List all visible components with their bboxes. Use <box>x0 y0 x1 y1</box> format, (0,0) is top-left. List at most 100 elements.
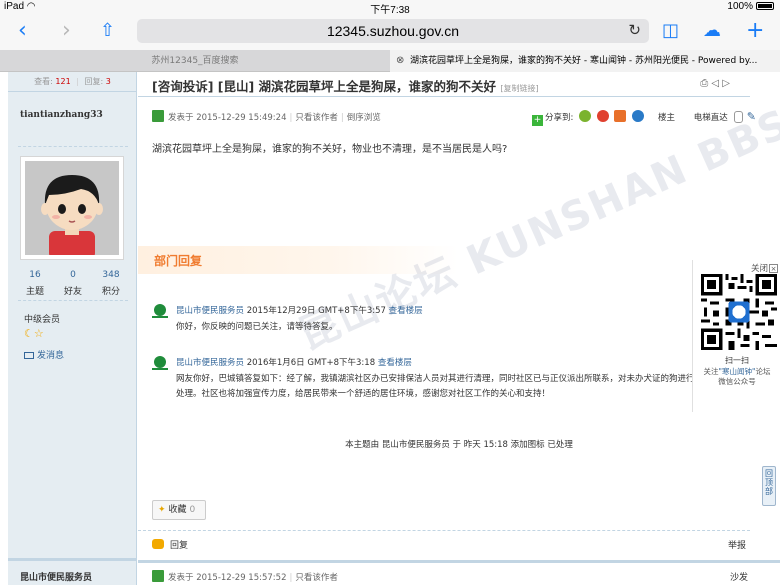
dept-reply-title: 部门回复 <box>154 254 203 268</box>
thumb-icon: ✦ <box>158 505 166 515</box>
qr-panel: 关闭 × 扫一扫 关注"寒山闻钟"论坛 微信公众号 <box>692 260 780 412</box>
forward-icon[interactable]: › <box>62 18 71 44</box>
divider <box>8 558 137 561</box>
divider <box>18 146 128 147</box>
send-message-label: 发消息 <box>37 351 65 361</box>
share-plus-icon[interactable]: + <box>532 115 543 126</box>
stat-label: 积分 <box>101 287 120 297</box>
only-author-link[interactable]: 只看该作者 <box>295 113 338 123</box>
tab-bar: 苏州12345_百度搜索 ⊗ 湖滨花园草坪上全是狗屎，谁家的狗不关好 - 寒山闻… <box>0 50 780 72</box>
author-sidebar: 查看: 121 | 回复: 3 tiantianzhang33 16 主题 0 … <box>8 72 137 585</box>
reply-body: 网友你好，巴城镇答复如下：经了解，我镇湖滨社区办已安排保洁人员对其进行清理，同时… <box>176 372 704 402</box>
divider <box>138 530 750 531</box>
service-logo-icon <box>152 304 168 322</box>
reply-time: 2015年12月29日 GMT+8下午3:57 <box>246 306 386 316</box>
follow-prefix: 关注 <box>703 367 719 376</box>
qr-close-label: 关闭 <box>750 264 768 274</box>
next-post-author[interactable]: 昆山市便民服务员 <box>20 570 92 583</box>
url-text: 12345.suzhou.gov.cn <box>326 23 460 39</box>
follow-name: "寒山闻钟" <box>718 367 756 376</box>
service-logo-icon <box>152 356 168 374</box>
print-icon[interactable]: ⎙ <box>700 78 708 89</box>
status-bar: iPad ◠ 下午7:38 100% <box>0 0 780 16</box>
browser-toolbar: ‹ › ⇧ 12345.suzhou.gov.cn ↻ ◫ ☁ + <box>0 14 780 50</box>
tab-label: 湖滨花园草坪上全是狗屎，谁家的狗不关好 - 寒山闻钟 - 苏州阳光便民 - Po… <box>410 56 758 66</box>
reverse-order-link[interactable]: 倒序浏览 <box>347 113 381 123</box>
tab-active-thread[interactable]: ⊗ 湖滨花园草坪上全是狗屎，谁家的狗不关好 - 寒山闻钟 - 苏州阳光便民 - … <box>390 50 780 72</box>
reload-icon[interactable]: ↻ <box>628 19 641 43</box>
favorite-label: 收藏 <box>168 505 187 515</box>
stat-label: 好友 <box>63 287 82 297</box>
tab-baidu-search[interactable]: 苏州12345_百度搜索 <box>0 50 390 72</box>
reply-time: 2016年1月6日 GMT+8下午3:18 <box>246 358 376 368</box>
rank-icons: ☾☆ <box>24 327 44 340</box>
avatar-illustration <box>25 161 119 255</box>
cloud-tabs-icon[interactable]: ☁ <box>703 18 721 44</box>
share-icon[interactable]: ⇧ <box>100 18 115 44</box>
stat-points[interactable]: 348 积分 <box>92 270 130 297</box>
divider <box>138 96 750 97</box>
author-username[interactable]: tiantianzhang33 <box>20 110 103 120</box>
close-tab-icon[interactable]: ⊗ <box>396 50 404 72</box>
online-status-icon <box>152 110 164 122</box>
report-link[interactable]: 举报 <box>728 538 746 551</box>
qr-scan-label: 扫一扫 <box>725 356 749 365</box>
share-bar: + 分享到: <box>532 110 645 126</box>
battery-icon <box>756 2 774 10</box>
qr-close-button[interactable]: 关闭 × <box>751 262 778 274</box>
new-tab-icon[interactable]: + <box>746 18 764 44</box>
copy-link[interactable]: [复制链接] <box>500 84 538 93</box>
reply-body: 你好，你反映的问题已关注，请等待答复。 <box>176 320 338 335</box>
share-qzone-icon[interactable] <box>579 110 592 122</box>
follow-suffix: 论坛 <box>755 367 771 376</box>
favorite-button[interactable]: ✦ 收藏 0 <box>152 500 206 520</box>
reply-line: 你好，你反映的问题已关注，请等待答复。 <box>176 322 338 332</box>
send-message-link[interactable]: 发消息 <box>24 348 64 361</box>
reply-bubble-icon <box>152 539 164 549</box>
member-level[interactable]: 中级会员 <box>24 312 60 325</box>
qr-follow-caption: 关注"寒山闻钟"论坛 微信公众号 <box>693 367 780 387</box>
views-label: 查看: <box>34 77 53 86</box>
online-status-icon <box>152 570 164 582</box>
reply-author[interactable]: 昆山市便民服务员 <box>176 306 244 316</box>
share-renren-icon[interactable] <box>614 110 627 122</box>
wechat-label: 微信公众号 <box>718 377 756 386</box>
share-label: 分享到: <box>545 113 574 123</box>
views-count: 121 <box>55 77 71 86</box>
back-icon[interactable]: ‹ <box>18 18 27 44</box>
battery-indicator: 100% <box>727 1 774 12</box>
favorite-count: 0 <box>189 505 196 515</box>
stat-label: 主题 <box>25 287 44 297</box>
stat-friends[interactable]: 0 好友 <box>54 270 92 297</box>
reply-button[interactable]: 回复 <box>152 538 188 551</box>
replies-count: 3 <box>105 77 111 86</box>
close-icon: × <box>769 264 778 273</box>
back-to-top-button[interactable]: 回顶部 <box>762 466 776 506</box>
moon-icon: ☾ <box>24 327 34 340</box>
reply-author[interactable]: 昆山市便民服务员 <box>176 358 244 368</box>
replies-label: 回复: <box>84 77 104 86</box>
view-floor-link[interactable]: 查看楼层 <box>378 358 412 368</box>
thread-title-text: [咨询投诉] [昆山] 湖滨花园草坪上全是狗屎，谁家的狗不关好 <box>152 79 497 94</box>
next-thread-icon[interactable]: ▷ <box>722 78 730 89</box>
thread-title: [咨询投诉] [昆山] 湖滨花园草坪上全是狗屎，谁家的狗不关好 [复制链接] <box>152 76 539 95</box>
share-qq-icon[interactable] <box>632 110 645 122</box>
stat-value: 348 <box>102 270 120 280</box>
bookmarks-icon[interactable]: ◫ <box>662 18 679 44</box>
prev-thread-icon[interactable]: ◁ <box>711 78 719 89</box>
share-weibo-icon[interactable] <box>596 110 609 122</box>
view-floor-link[interactable]: 查看楼层 <box>389 306 423 316</box>
reply-label: 回复 <box>170 541 189 551</box>
only-author-link[interactable]: 只看该作者 <box>295 573 338 583</box>
qr-code <box>701 274 777 350</box>
reply-header: 昆山市便民服务员 2016年1月6日 GMT+8下午3:18 查看楼层 <box>176 356 412 368</box>
post-meta: 发表于 2015-12-29 15:49:24 | 只看该作者 | 倒序浏览 <box>152 110 381 123</box>
stat-topics[interactable]: 16 主题 <box>16 270 54 297</box>
reply-line: 网友你好，巴城镇答复如下：经了解，我镇湖滨社区办已安排保洁人员对其进行清理，同时… <box>176 374 695 384</box>
floor-label-sofa: 沙发 <box>730 573 749 583</box>
post-main: [咨询投诉] [昆山] 湖滨花园草坪上全是狗屎，谁家的狗不关好 [复制链接] ⎙… <box>138 72 780 585</box>
post-time: 发表于 2015-12-29 15:57:52 <box>168 573 287 583</box>
address-bar[interactable]: 12345.suzhou.gov.cn ↻ <box>137 19 649 43</box>
post-time: 发表于 2015-12-29 15:49:24 <box>168 113 287 123</box>
avatar[interactable] <box>20 156 124 260</box>
